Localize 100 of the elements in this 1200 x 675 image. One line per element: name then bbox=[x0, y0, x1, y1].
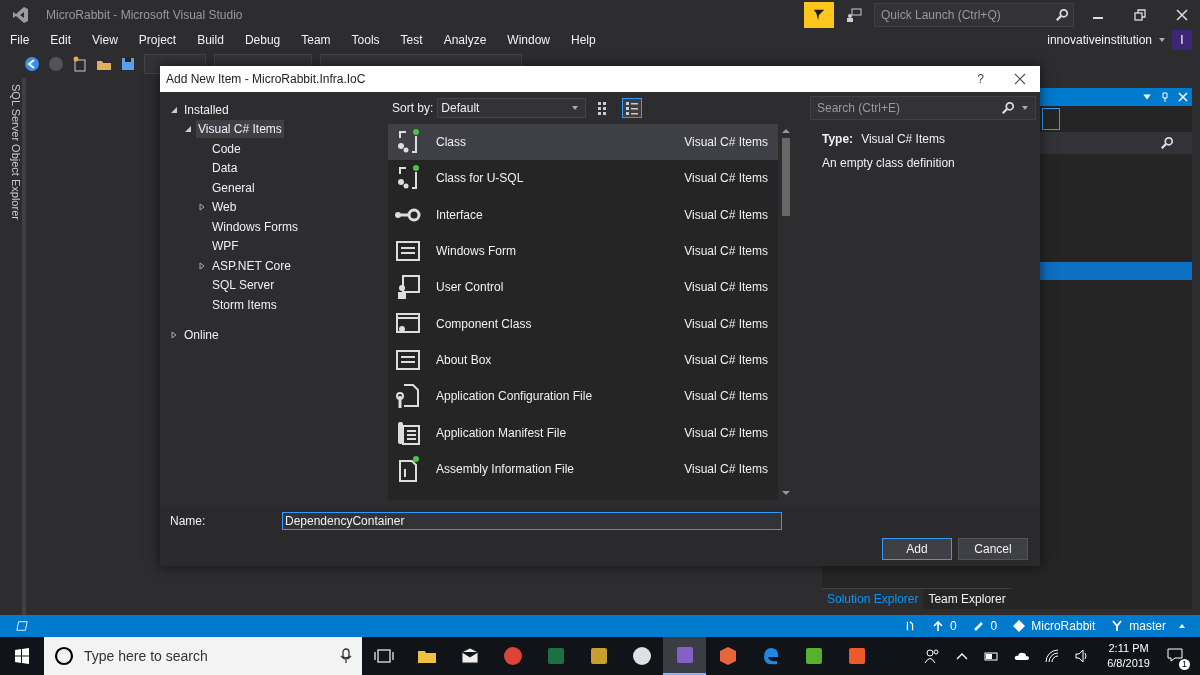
panel-tab[interactable]: Solution Explorer bbox=[822, 587, 924, 609]
search-box[interactable]: Search (Ctrl+E) bbox=[810, 96, 1036, 120]
tree-item[interactable]: Windows Forms bbox=[210, 217, 300, 236]
description: An empty class definition bbox=[821, 155, 956, 172]
menu-item[interactable]: View bbox=[92, 33, 118, 47]
notification-icon[interactable] bbox=[1167, 646, 1183, 663]
envelope-icon bbox=[459, 646, 480, 666]
tree-item[interactable]: General bbox=[210, 178, 257, 197]
close-icon[interactable] bbox=[1014, 73, 1026, 85]
template-row[interactable]: Interface Visual C# Items bbox=[388, 196, 778, 233]
repository-name[interactable]: MicroRabbit bbox=[1031, 619, 1096, 633]
branch-icon[interactable] bbox=[1111, 620, 1124, 632]
tree-item[interactable]: SQL Server bbox=[210, 276, 277, 295]
tree-item[interactable]: WPF bbox=[210, 237, 241, 256]
menu-item[interactable]: Build bbox=[197, 33, 224, 47]
template-category: Visual C# Items bbox=[684, 135, 768, 150]
scroll-up-icon[interactable] bbox=[781, 128, 791, 134]
template-row[interactable]: Application Configuration File Visual C# Items bbox=[388, 378, 778, 415]
changes-count[interactable]: 0 bbox=[990, 619, 998, 633]
collapsed-arrow-icon[interactable] bbox=[198, 203, 206, 212]
arrow-up-icon[interactable] bbox=[931, 620, 944, 632]
side-tab[interactable]: SQL Server Object Explorer bbox=[0, 78, 26, 615]
tree-item[interactable]: Data bbox=[210, 159, 240, 178]
template-row[interactable]: User Control Visual C# Items bbox=[388, 269, 778, 306]
menu-item[interactable]: Analyze bbox=[443, 33, 487, 47]
tree-item[interactable]: Visual C# Items bbox=[196, 120, 284, 139]
scroll-down-icon[interactable] bbox=[781, 490, 791, 496]
sort-dropdown[interactable]: Default bbox=[437, 98, 587, 118]
save-icon[interactable] bbox=[120, 56, 136, 72]
template-row[interactable]: Class Visual C# Items bbox=[388, 124, 778, 161]
list-icon bbox=[625, 101, 640, 115]
diamond-icon[interactable] bbox=[1013, 620, 1026, 632]
restore-icon[interactable] bbox=[1134, 9, 1146, 21]
toolbar-button[interactable] bbox=[1042, 108, 1060, 130]
menu-item[interactable]: Team bbox=[301, 33, 331, 47]
expanded-arrow-icon[interactable] bbox=[184, 125, 192, 134]
app-icon bbox=[631, 646, 652, 666]
chat-icon[interactable] bbox=[846, 7, 862, 23]
quick-launch-box[interactable]: Quick Launch (Ctrl+Q) bbox=[874, 3, 1074, 27]
template-name: Application Manifest File bbox=[436, 425, 568, 440]
back-icon[interactable] bbox=[24, 56, 40, 72]
template-row[interactable]: Component Class Visual C# Items bbox=[388, 305, 778, 342]
list-view-button[interactable] bbox=[622, 98, 643, 118]
search-field[interactable]: Search (Ctrl+E) bbox=[815, 100, 1001, 116]
template-row[interactable]: Application Manifest File Visual C# Items bbox=[388, 414, 778, 451]
push-count[interactable]: 0 bbox=[949, 619, 957, 633]
template-row[interactable]: Assembly Information File Visual C# Items bbox=[388, 450, 778, 487]
menu-item[interactable]: Test bbox=[400, 33, 423, 47]
tree-item[interactable]: Web bbox=[210, 198, 239, 217]
menu-item[interactable]: Debug bbox=[244, 33, 281, 47]
template-icon bbox=[394, 382, 422, 411]
taskbar-search-field[interactable]: Type here to search bbox=[82, 647, 332, 665]
new-item-icon[interactable] bbox=[72, 56, 88, 72]
caret-icon[interactable] bbox=[1158, 36, 1166, 44]
tree-item[interactable]: Storm Items bbox=[210, 295, 279, 314]
add-button[interactable]: Add bbox=[882, 538, 952, 560]
template-row[interactable]: About Box Visual C# Items bbox=[388, 341, 778, 379]
microphone-icon[interactable] bbox=[340, 648, 352, 664]
menu-item[interactable]: Project bbox=[138, 33, 177, 47]
app-icon bbox=[803, 646, 824, 666]
pencil-icon[interactable] bbox=[972, 620, 985, 632]
template-name: Interface bbox=[436, 207, 484, 222]
menu-item[interactable]: Tools bbox=[351, 33, 380, 47]
collapsed-arrow-icon[interactable] bbox=[198, 261, 206, 270]
tree-item[interactable]: Installed bbox=[182, 100, 231, 119]
type-label: Type: bbox=[822, 132, 854, 146]
help-button[interactable]: ? bbox=[977, 72, 984, 86]
tree-item[interactable]: ASP.NET Core bbox=[210, 256, 293, 275]
pin-icon[interactable] bbox=[1160, 92, 1170, 102]
template-category: Visual C# Items bbox=[684, 352, 768, 367]
feedback-button[interactable] bbox=[804, 2, 834, 28]
quick-launch-field[interactable]: Quick Launch (Ctrl+Q) bbox=[879, 7, 1055, 23]
template-row[interactable]: Windows Form Visual C# Items bbox=[388, 232, 778, 270]
name-field[interactable]: DependencyContainer bbox=[282, 512, 782, 530]
menu-item[interactable]: Window bbox=[507, 33, 550, 47]
tree-item[interactable]: Code bbox=[210, 139, 243, 158]
wifi-icon[interactable] bbox=[1044, 648, 1061, 664]
template-row[interactable]: Class for U-SQL Visual C# Items bbox=[388, 160, 778, 197]
template-name: Assembly Information File bbox=[436, 461, 576, 476]
scrollbar-thumb[interactable] bbox=[782, 138, 790, 216]
start-icon[interactable] bbox=[14, 648, 30, 664]
search-icon bbox=[1160, 136, 1174, 150]
account-name[interactable]: innovativeinstitution bbox=[1047, 33, 1152, 47]
panel-tab[interactable]: Team Explorer bbox=[923, 587, 1011, 609]
template-category: Visual C# Items bbox=[684, 280, 768, 295]
collapsed-arrow-icon[interactable] bbox=[170, 331, 178, 340]
menu-item[interactable]: Help bbox=[571, 33, 596, 47]
dropdown-icon[interactable] bbox=[1142, 92, 1152, 102]
menu-item[interactable]: File bbox=[10, 33, 30, 47]
branch-name[interactable]: master bbox=[1129, 619, 1166, 633]
avatar[interactable]: I bbox=[1172, 30, 1192, 50]
clock[interactable]: 2:11 PM 6/8/2019 bbox=[1107, 641, 1150, 671]
template-name: User Control bbox=[436, 280, 505, 295]
tree-item[interactable]: Online bbox=[182, 326, 221, 345]
people-icon[interactable] bbox=[924, 648, 941, 664]
cancel-button[interactable]: Cancel bbox=[958, 538, 1028, 560]
caret-icon[interactable] bbox=[1178, 622, 1186, 630]
menu-item[interactable]: Edit bbox=[50, 33, 72, 47]
expanded-arrow-icon[interactable] bbox=[170, 105, 178, 114]
taskbar-search-box[interactable]: Type here to search bbox=[44, 637, 362, 675]
